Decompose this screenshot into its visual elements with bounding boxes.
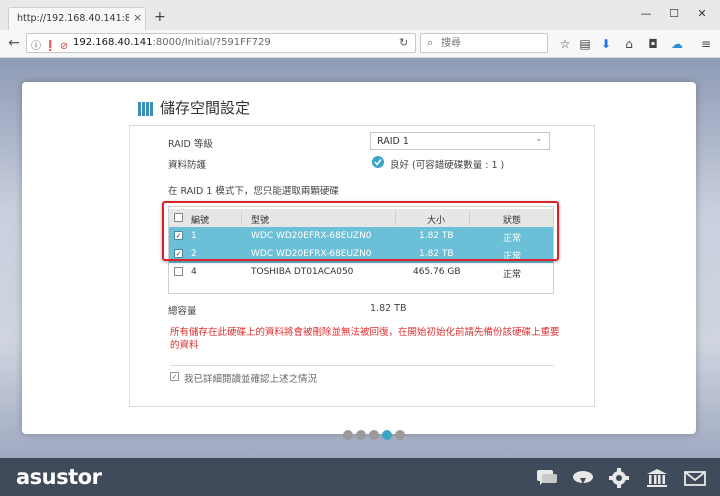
new-tab-button[interactable]: +	[154, 10, 166, 24]
sync-icon[interactable]: ☁	[668, 35, 686, 53]
pager-dot[interactable]	[395, 430, 405, 440]
cell-no: 4	[191, 267, 197, 277]
cell-status: 正常	[503, 270, 522, 280]
cell-size: 465.76 GB	[413, 267, 461, 277]
tab-title: http://192.168.40.141:8000/ini	[17, 13, 129, 24]
close-window-button[interactable]: ✕	[688, 5, 716, 23]
search-input[interactable]	[441, 36, 541, 50]
divider	[170, 365, 554, 366]
pager-dot[interactable]	[343, 430, 353, 440]
total-capacity-value: 1.82 TB	[370, 303, 407, 314]
browser-titlebar: http://192.168.40.141:8000/ini × + — ☐ ✕	[0, 0, 720, 30]
storage-panel: RAID 等級 RAID 1 ⌄ 資料防護 良好 (可容錯硬碟數量 : 1 ) …	[129, 125, 595, 407]
home-icon[interactable]: ⌂	[620, 35, 638, 53]
confirm-label[interactable]: 我已詳細閱讀並確認上述之情況	[184, 371, 317, 385]
download-icon[interactable]: ⬇	[597, 35, 615, 53]
pocket-icon[interactable]: ◘	[644, 35, 662, 53]
mode-hint: 在 RAID 1 模式下，您只能選取兩顆硬碟	[168, 186, 339, 197]
url-bar[interactable]: ⓘ ❗ ⊘ 192.168.40.141:8000/Initial/?591FF…	[26, 33, 416, 53]
maximize-button[interactable]: ☐	[660, 5, 688, 23]
url-text: 192.168.40.141:8000/Initial/?591FF729	[73, 37, 271, 48]
cell-model: TOSHIBA DT01ACA050	[251, 267, 354, 277]
reload-icon[interactable]: ↻	[399, 36, 408, 49]
warning-text: 所有儲存在此硬碟上的資料將會被刪除並無法被回復，在開始初始化前請先備份該硬碟上重…	[170, 327, 560, 351]
highlight-box	[162, 201, 559, 261]
reading-list-icon[interactable]: ▤	[576, 35, 594, 53]
minimize-button[interactable]: —	[632, 5, 660, 23]
pager-dot[interactable]	[356, 430, 366, 440]
footer-bar: asustor	[0, 458, 720, 496]
check-circle-icon	[372, 156, 384, 168]
total-capacity-label: 總容量	[168, 306, 197, 317]
settings-icon[interactable]	[608, 468, 630, 488]
storage-icon	[138, 102, 153, 116]
chat-icon[interactable]	[536, 468, 558, 488]
pager-dot-active[interactable]	[382, 430, 392, 440]
bank-icon[interactable]	[646, 468, 668, 488]
back-button[interactable]: ←	[4, 33, 24, 53]
raid-level-label: RAID 等級	[168, 139, 213, 150]
raid-level-value: RAID 1	[377, 136, 409, 147]
raid-level-select[interactable]: RAID 1 ⌄	[370, 132, 550, 150]
browser-navbar: ← ⓘ ❗ ⊘ 192.168.40.141:8000/Initial/?591…	[0, 30, 720, 58]
table-row[interactable]: 4 TOSHIBA DT01ACA050 465.76 GB 正常	[169, 263, 553, 281]
confirm-checkbox[interactable]: ✓	[170, 372, 179, 381]
page-background: 儲存空間設定 RAID 等級 RAID 1 ⌄ 資料防護 良好 (可容錯硬碟數量…	[0, 58, 720, 496]
search-icon: ⌕	[427, 36, 434, 49]
star-icon[interactable]: ☆	[556, 35, 574, 53]
mail-icon[interactable]	[684, 468, 706, 488]
menu-icon[interactable]: ≡	[697, 35, 715, 53]
browser-tab[interactable]: http://192.168.40.141:8000/ini ×	[8, 7, 146, 30]
site-info-icon[interactable]: ⓘ ❗ ⊘	[31, 37, 68, 52]
protection-value: 良好 (可容錯硬碟數量 : 1 )	[390, 160, 505, 171]
pager-dot[interactable]	[369, 430, 379, 440]
tab-close-icon[interactable]: ×	[133, 11, 142, 24]
row-checkbox[interactable]	[174, 267, 183, 276]
search-bar[interactable]: ⌕	[420, 33, 548, 53]
cloud-download-icon[interactable]	[572, 468, 594, 488]
brand-logo: asustor	[16, 465, 102, 489]
chevron-down-icon: ⌄	[535, 134, 543, 144]
protection-label: 資料防護	[168, 160, 207, 171]
page-title: 儲存空間設定	[160, 99, 251, 117]
